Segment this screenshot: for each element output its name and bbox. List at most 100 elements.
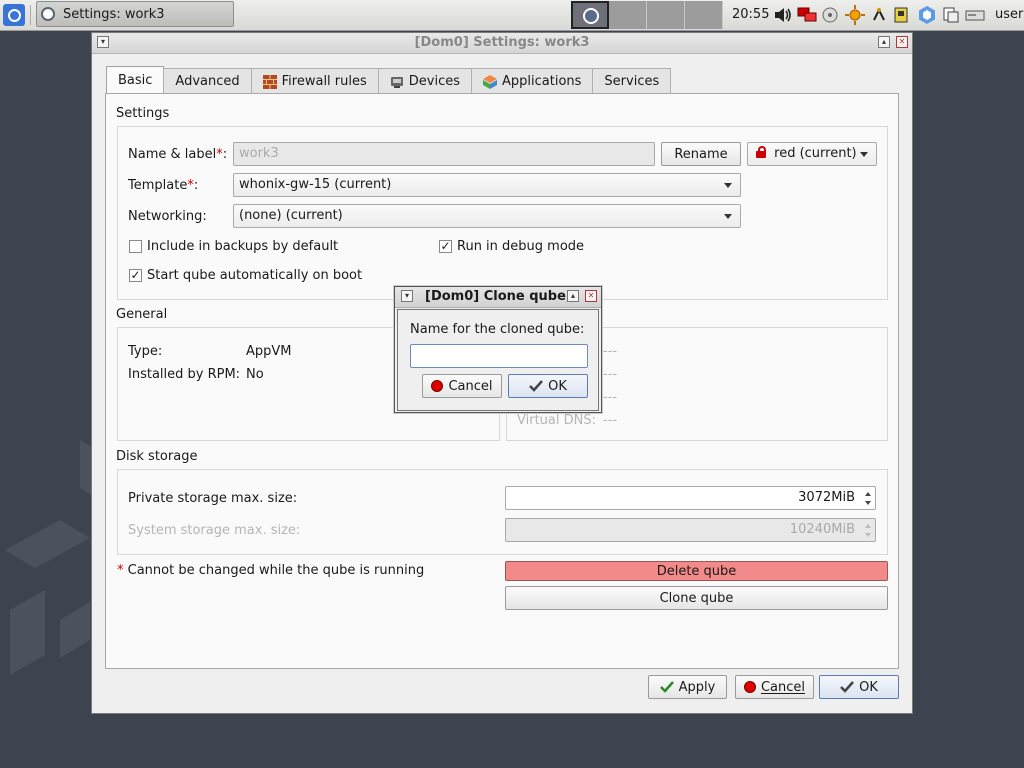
networking-label: Networking: bbox=[128, 209, 207, 224]
tab-label: Firewall rules bbox=[281, 74, 367, 89]
applications-icon bbox=[483, 74, 497, 89]
workspace-2[interactable] bbox=[609, 1, 647, 29]
net-info-value-2: --- bbox=[603, 367, 618, 382]
clone-qube-dialog: ▾ [Dom0] Clone qube ▴ ✕ Name for the clo… bbox=[394, 286, 602, 413]
taskbar-window-label: Settings: work3 bbox=[63, 6, 165, 22]
close-icon[interactable]: ✕ bbox=[896, 36, 908, 48]
rename-button[interactable]: Rename bbox=[661, 142, 741, 166]
workspace-4[interactable] bbox=[685, 1, 723, 29]
template-label: Template*: bbox=[128, 178, 199, 193]
template-select[interactable]: whonix-gw-15 (current) bbox=[233, 173, 741, 197]
apply-label: Apply bbox=[678, 679, 716, 695]
system-storage-spinbox: 10240MiB bbox=[505, 518, 876, 542]
checkmark-icon bbox=[659, 681, 674, 693]
cancel-button[interactable]: Cancel bbox=[735, 675, 814, 699]
ok-button[interactable]: OK bbox=[819, 675, 899, 699]
include-backups-checkbox[interactable] bbox=[129, 240, 142, 253]
debug-mode-checkbox[interactable]: ✓ bbox=[439, 240, 452, 253]
spin-arrows-icon[interactable] bbox=[863, 487, 873, 509]
dialog-title: [Dom0] Clone qube bbox=[425, 289, 566, 304]
required-asterisk: * bbox=[117, 563, 124, 578]
rpm-value: No bbox=[246, 367, 264, 382]
tab-advanced[interactable]: Advanced bbox=[163, 68, 252, 94]
virtual-dns-label: Virtual DNS: bbox=[517, 413, 596, 428]
dialog-cancel-button[interactable]: Cancel bbox=[422, 374, 502, 398]
delete-qube-label: Delete qube bbox=[656, 563, 737, 579]
window-menu-icon[interactable]: ▾ bbox=[97, 36, 109, 48]
disk-group bbox=[117, 469, 888, 555]
tab-devices[interactable]: Devices bbox=[377, 68, 472, 94]
system-storage-value: 10240MiB bbox=[789, 522, 855, 537]
template-value: whonix-gw-15 (current) bbox=[239, 177, 392, 192]
autostart-checkbox[interactable]: ✓ bbox=[129, 269, 142, 282]
rpm-label: Installed by RPM: bbox=[128, 367, 241, 382]
dialog-maximize-icon[interactable]: ▴ bbox=[567, 290, 579, 302]
domains-widget-icon[interactable] bbox=[868, 4, 889, 25]
apply-button[interactable]: Apply bbox=[648, 675, 727, 699]
tab-label: Applications bbox=[502, 74, 582, 89]
clock[interactable]: 20:55 bbox=[732, 7, 769, 22]
dialog-ok-label: OK bbox=[548, 378, 567, 394]
tab-label: Basic bbox=[118, 73, 153, 88]
tab-firewall-rules[interactable]: Firewall rules bbox=[250, 68, 379, 94]
type-label: Type: bbox=[128, 344, 163, 359]
system-storage-label: System storage max. size: bbox=[128, 523, 301, 538]
running-note-text: Cannot be changed while the qube is runn… bbox=[127, 563, 425, 578]
private-storage-label: Private storage max. size: bbox=[128, 491, 298, 506]
tab-basic[interactable]: Basic bbox=[106, 66, 165, 94]
required-asterisk: * bbox=[216, 147, 223, 162]
disk-section-title: Disk storage bbox=[116, 449, 198, 464]
include-backups-label: Include in backups by default bbox=[147, 239, 339, 254]
label-color-value: red (current) bbox=[774, 146, 857, 161]
net-info-value-1: --- bbox=[603, 344, 618, 359]
dialog-close-icon[interactable]: ✕ bbox=[585, 290, 597, 302]
networking-select[interactable]: (none) (current) bbox=[233, 204, 741, 228]
dialog-titlebar[interactable]: ▾ [Dom0] Clone qube ▴ ✕ bbox=[395, 287, 601, 308]
volume-icon[interactable] bbox=[772, 4, 793, 25]
required-asterisk: * bbox=[187, 178, 194, 193]
clone-qube-button[interactable]: Clone qube bbox=[505, 586, 888, 610]
workspace-3[interactable] bbox=[647, 1, 685, 29]
dialog-menu-icon[interactable]: ▾ bbox=[401, 290, 413, 302]
workspace-1[interactable] bbox=[571, 1, 609, 29]
qubes-logo-watermark bbox=[5, 440, 100, 675]
devices-widget-icon[interactable] bbox=[892, 4, 913, 25]
networking-value: (none) (current) bbox=[239, 208, 343, 223]
label-color-select[interactable]: red (current) bbox=[747, 142, 877, 166]
maximize-icon[interactable]: ▴ bbox=[878, 36, 890, 48]
taskbar: Settings: work3 20:55 user bbox=[0, 0, 1024, 31]
divider bbox=[30, 5, 31, 25]
private-storage-spinbox[interactable]: 3072MiB bbox=[505, 486, 876, 510]
clipboard-icon[interactable] bbox=[940, 4, 961, 25]
user-menu[interactable]: user bbox=[995, 7, 1023, 22]
clone-name-input[interactable] bbox=[410, 344, 588, 368]
disk-widget-icon[interactable] bbox=[820, 4, 841, 25]
name-label-text: Name & label bbox=[128, 147, 217, 162]
tab-bar: Basic Advanced Firewall rules Devices Ap… bbox=[106, 66, 672, 94]
app-menu-icon[interactable] bbox=[3, 4, 25, 26]
storage-icon[interactable] bbox=[964, 4, 985, 25]
delete-qube-button[interactable]: Delete qube bbox=[505, 561, 888, 581]
name-field[interactable]: work3 bbox=[233, 142, 655, 166]
dialog-body: Name for the cloned qube: Cancel OK bbox=[397, 309, 599, 411]
tab-services[interactable]: Services bbox=[592, 68, 672, 94]
device-icon bbox=[390, 76, 403, 88]
type-value: AppVM bbox=[246, 344, 292, 359]
rename-button-label: Rename bbox=[674, 146, 728, 162]
tab-label: Devices bbox=[408, 74, 460, 89]
network-manager-icon[interactable] bbox=[796, 4, 817, 25]
tab-applications[interactable]: Applications bbox=[471, 68, 594, 94]
updates-sun-icon[interactable] bbox=[844, 4, 865, 25]
qubes-clipboard-icon[interactable] bbox=[916, 4, 937, 25]
taskbar-window-button[interactable]: Settings: work3 bbox=[36, 1, 234, 27]
dialog-cancel-label: Cancel bbox=[448, 378, 493, 394]
chevron-down-icon bbox=[860, 152, 868, 157]
window-titlebar[interactable]: ▾ [Dom0] Settings: work3 ▴ ✕ bbox=[92, 33, 912, 54]
system-tray bbox=[772, 4, 985, 25]
net-info-value-3: --- bbox=[603, 390, 618, 405]
dialog-ok-button[interactable]: OK bbox=[508, 374, 588, 398]
running-note: * Cannot be changed while the qube is ru… bbox=[117, 563, 424, 578]
virtual-dns-value: --- bbox=[603, 413, 618, 428]
clone-qube-label: Clone qube bbox=[659, 590, 734, 606]
settings-section-title: Settings bbox=[116, 106, 170, 121]
